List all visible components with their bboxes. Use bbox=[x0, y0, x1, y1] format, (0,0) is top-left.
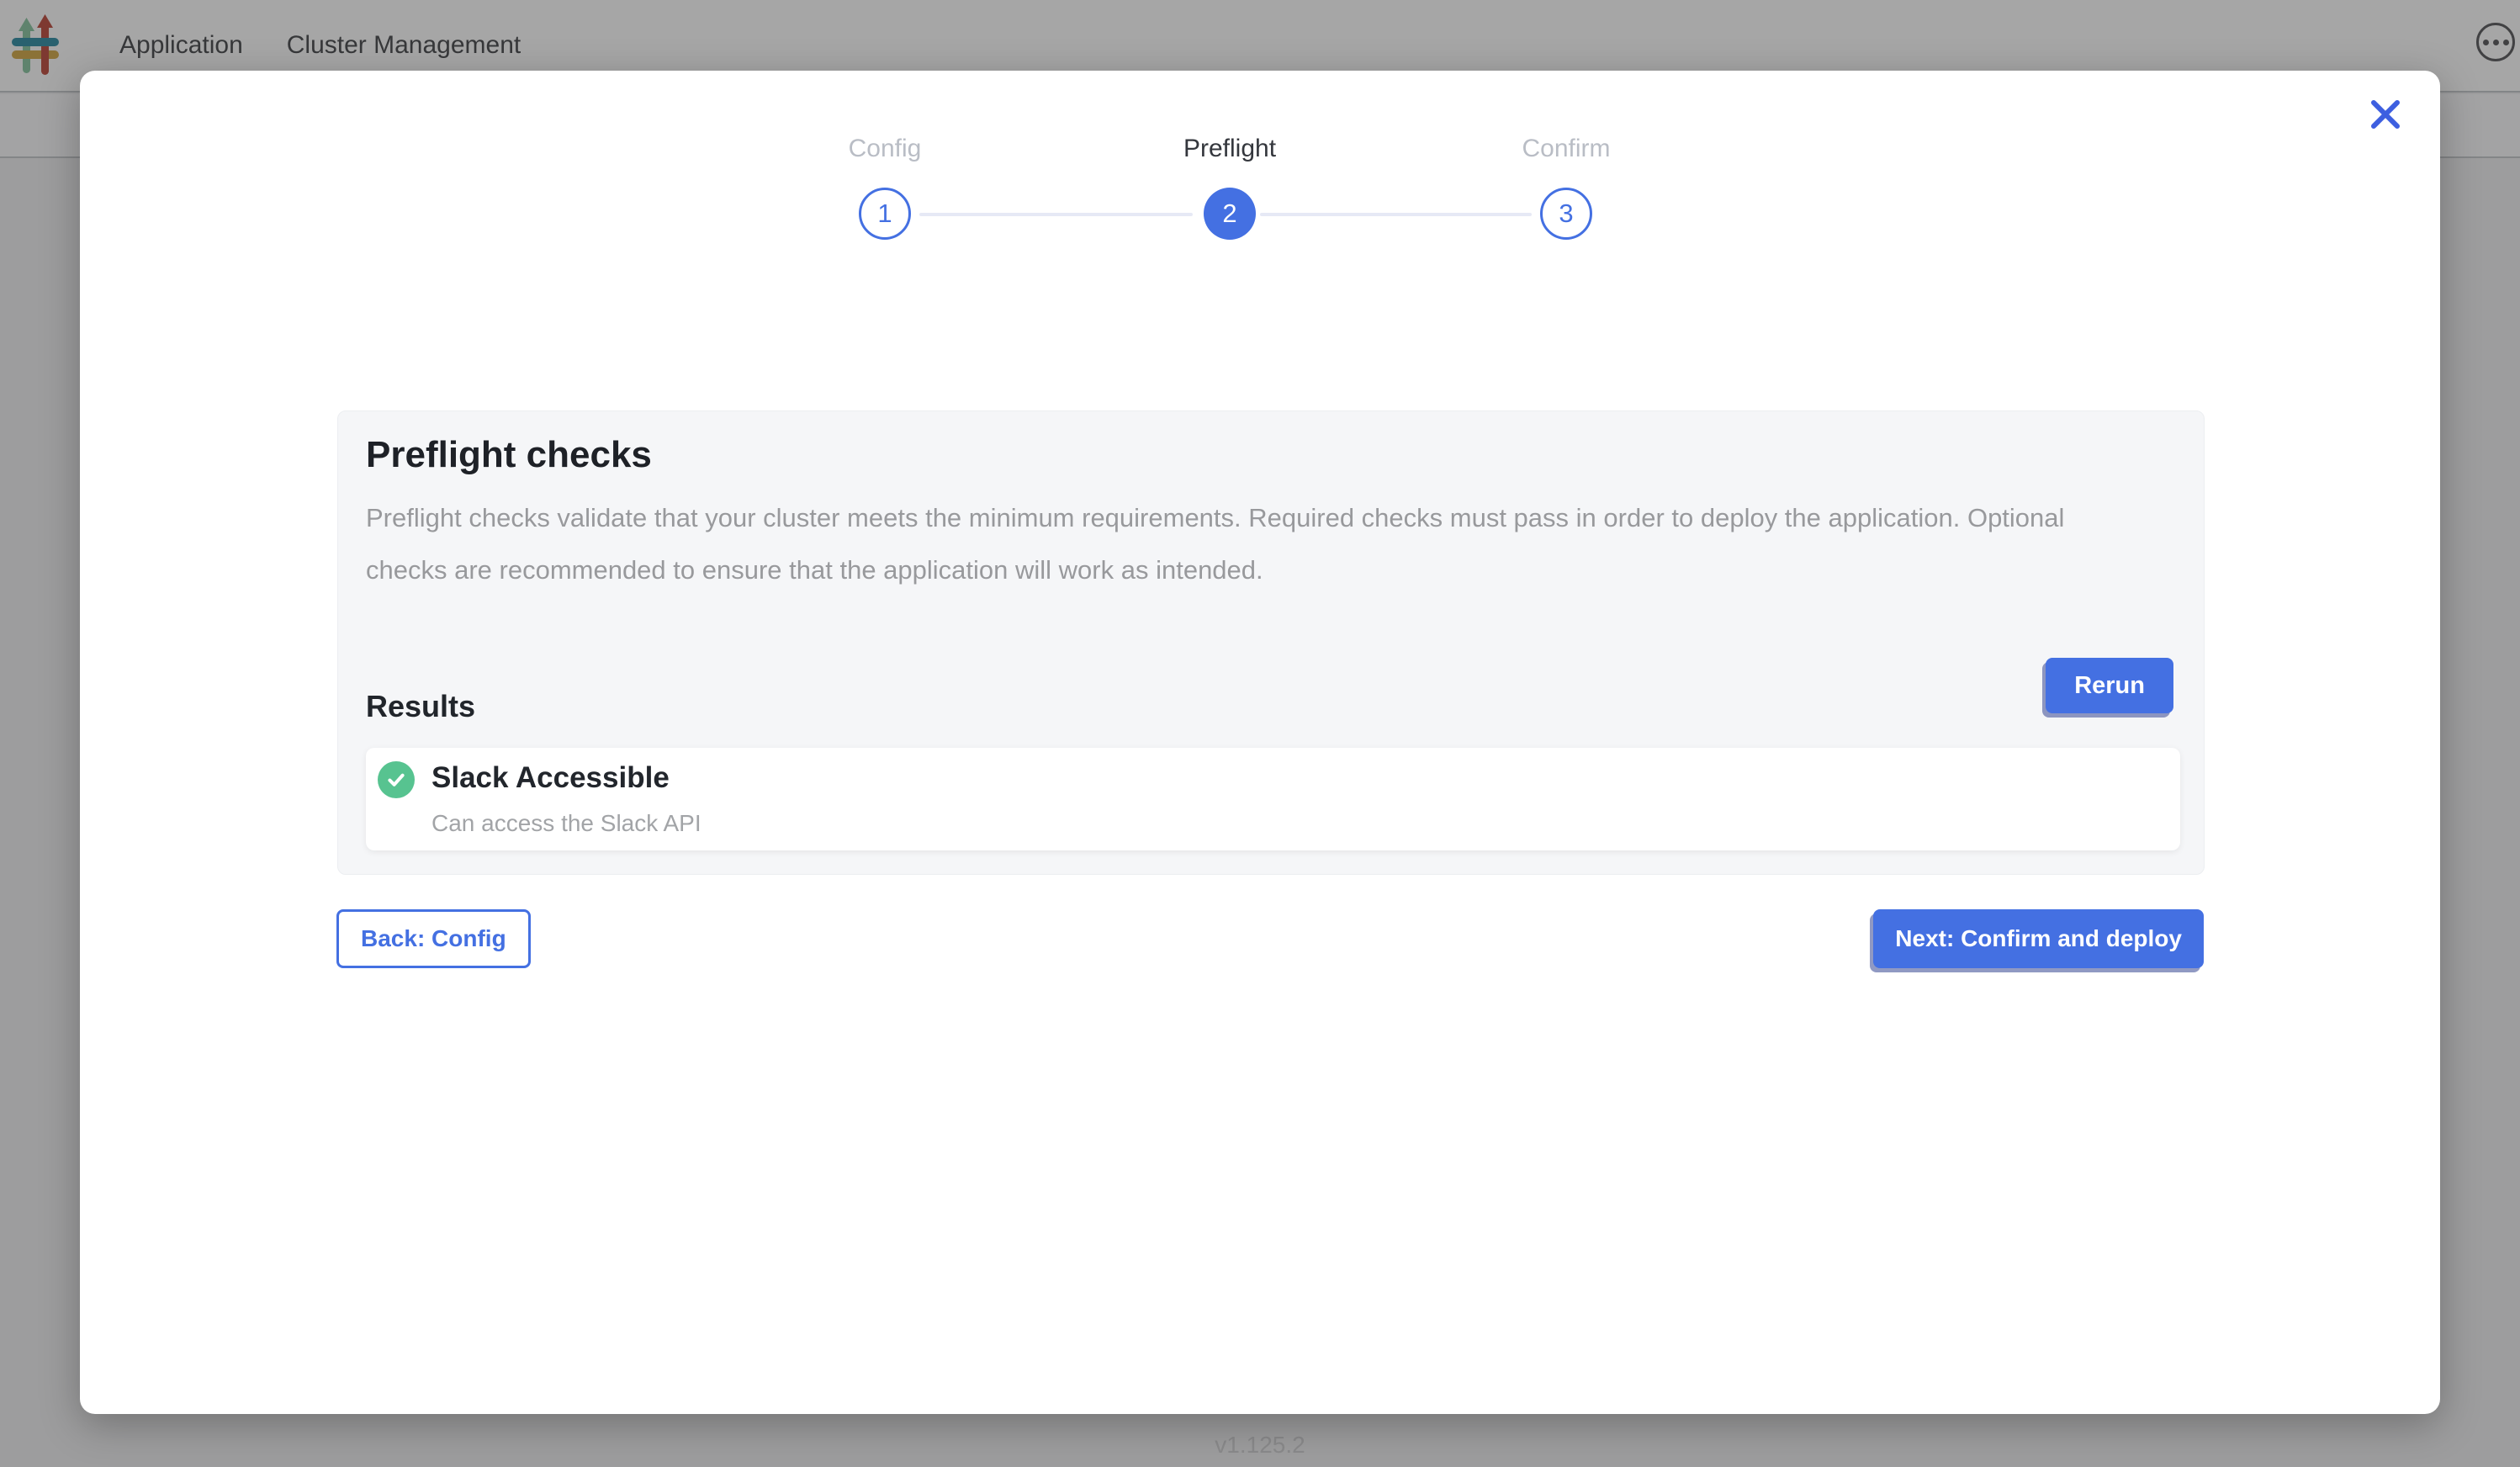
panel-description: Preflight checks validate that your clus… bbox=[366, 492, 2141, 596]
rerun-button[interactable]: Rerun bbox=[2046, 658, 2173, 713]
step-connector bbox=[1260, 213, 1532, 216]
check-name: Slack Accessible bbox=[431, 761, 670, 795]
check-detail: Can access the Slack API bbox=[431, 810, 701, 837]
step-number: 1 bbox=[877, 199, 892, 229]
step-label-preflight: Preflight bbox=[1095, 135, 1364, 163]
back-config-button[interactable]: Back: Config bbox=[336, 909, 531, 968]
step-label-confirm: Confirm bbox=[1432, 135, 1701, 163]
step-label-config: Config bbox=[750, 135, 1019, 163]
step-connector bbox=[919, 213, 1193, 216]
results-heading: Results bbox=[366, 689, 475, 724]
panel-title: Preflight checks bbox=[366, 433, 652, 477]
check-circle-icon bbox=[378, 761, 415, 798]
close-button[interactable] bbox=[2366, 96, 2405, 135]
next-confirm-deploy-button[interactable]: Next: Confirm and deploy bbox=[1873, 909, 2204, 968]
step-number: 2 bbox=[1222, 199, 1236, 229]
step-circle-confirm[interactable]: 3 bbox=[1540, 188, 1592, 240]
close-icon bbox=[2367, 123, 2404, 135]
step-number: 3 bbox=[1559, 199, 1573, 229]
step-circle-config[interactable]: 1 bbox=[859, 188, 911, 240]
step-circle-preflight[interactable]: 2 bbox=[1204, 188, 1256, 240]
preflight-wizard-modal: Config Preflight Confirm 1 2 3 Preflight… bbox=[80, 71, 2440, 1414]
check-result-row: Slack Accessible Can access the Slack AP… bbox=[366, 748, 2180, 850]
preflight-checks-panel: Preflight checks Preflight checks valida… bbox=[337, 410, 2205, 875]
